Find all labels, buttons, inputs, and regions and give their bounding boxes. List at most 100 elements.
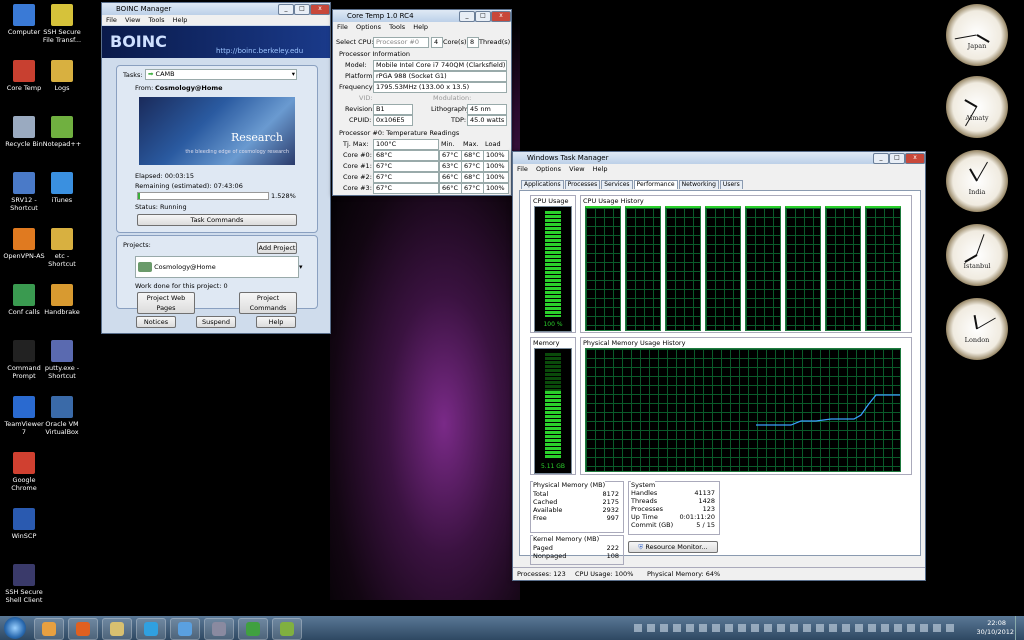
desktop-icon[interactable]: Handbrake [40, 284, 84, 316]
app-icon [13, 508, 35, 530]
system-label: System [631, 481, 656, 489]
system-rows: Handles 41137 Threads 1428 Processes 123 Up Ti… [631, 489, 715, 529]
world-clock[interactable]: Istanbul [946, 224, 1008, 286]
task-select[interactable]: ➡ CAMB ▾ [145, 69, 297, 80]
tab-performance[interactable]: Performance [633, 180, 678, 189]
add-project-button[interactable]: Add Project [257, 242, 297, 254]
menu-options[interactable]: Options [356, 23, 381, 31]
taskmgr-titlebar[interactable]: Windows Task Manager _ □ x [513, 152, 925, 164]
show-desktop-button[interactable] [1015, 616, 1024, 640]
resource-monitor-button[interactable]: ⛨ Resource Monitor... [628, 541, 718, 553]
minimize-button[interactable]: _ [459, 11, 475, 22]
max-header: Max. [463, 140, 479, 148]
firefox-icon[interactable] [68, 618, 98, 640]
menu-file[interactable]: File [106, 16, 117, 24]
menu-help[interactable]: Help [173, 16, 188, 24]
status-memory: Physical Memory: 64% [647, 570, 721, 578]
menu-file[interactable]: File [337, 23, 348, 31]
maximize-button[interactable]: □ [889, 153, 905, 164]
chevron-down-icon[interactable]: ▾ [292, 70, 295, 79]
tab-processes[interactable]: Processes [564, 180, 601, 189]
minimize-button[interactable]: _ [873, 153, 889, 164]
tab-services[interactable]: Services [601, 180, 633, 189]
itunes-icon[interactable] [170, 618, 200, 640]
suspend-button[interactable]: Suspend [196, 316, 236, 328]
terminal-icon[interactable] [238, 618, 268, 640]
desktop-icon[interactable]: SSH Secure Shell Client [2, 564, 46, 604]
tab-networking[interactable]: Networking [678, 180, 719, 189]
minimize-button[interactable]: _ [278, 4, 294, 15]
cpu-usage-box: CPU Usage 100 % [530, 195, 576, 333]
project-select[interactable]: Cosmology@Home [135, 256, 299, 278]
project-commands-button[interactable]: Project Commands [239, 292, 297, 314]
desktop-icon[interactable]: putty.exe - Shortcut [40, 340, 84, 380]
task-commands-button[interactable]: Task Commands [137, 214, 297, 226]
clock-city-label: Almaty [965, 114, 989, 122]
boinc-titlebar[interactable]: BOINC Manager _ □ x [102, 3, 330, 15]
project-chevron-icon[interactable]: ▾ [299, 263, 303, 271]
notices-button[interactable]: Notices [136, 316, 176, 328]
modulation-label: Modulation: [433, 94, 472, 102]
world-clock[interactable]: India [946, 150, 1008, 212]
start-button[interactable] [4, 617, 26, 639]
menu-help[interactable]: Help [593, 165, 608, 173]
desktop-icon-label: etc - Shortcut [48, 252, 76, 268]
menu-view[interactable]: View [569, 165, 584, 173]
stat-value: 997 [606, 514, 619, 522]
menu-tools[interactable]: Tools [148, 16, 164, 24]
coretemp-window: Core Temp 1.0 RC4 _ □ x File Options Too… [332, 9, 512, 196]
desktop-icon[interactable]: iTunes [40, 172, 84, 204]
tab-users[interactable]: Users [719, 180, 743, 189]
core-name: Core #2: [343, 173, 372, 181]
desktop-icon-label: Oracle VM VirtualBox [45, 420, 79, 436]
desktop-icon[interactable]: etc - Shortcut [40, 228, 84, 268]
menu-help[interactable]: Help [413, 23, 428, 31]
help-button[interactable]: Help [256, 316, 296, 328]
coretemp-menubar: File Options Tools Help [333, 22, 511, 32]
core-temp: 68°C [373, 150, 439, 161]
desktop-icon[interactable]: Logs [40, 60, 84, 92]
load-header: Load [485, 140, 501, 148]
desktop-icon[interactable]: WinSCP [2, 508, 46, 540]
tray-date[interactable]: 30/10/2012 [977, 628, 1014, 636]
select-cpu-value: Processor #0 [376, 38, 419, 46]
boinc-icon[interactable] [204, 618, 234, 640]
core-temp: 67°C [373, 161, 439, 172]
tray-time[interactable]: 22:08 [987, 619, 1006, 627]
memory-label: Memory [533, 339, 560, 347]
cores-label: Core(s) [443, 38, 467, 46]
clock-city-label: London [964, 336, 990, 344]
boinc-logo: BOINC [110, 32, 167, 51]
app-icon [51, 340, 73, 362]
desktop-icon[interactable]: SSH Secure File Transf... [40, 4, 84, 44]
coretemp-titlebar[interactable]: Core Temp 1.0 RC4 _ □ x [333, 10, 511, 22]
menu-options[interactable]: Options [536, 165, 561, 173]
project-web-pages-button[interactable]: Project Web Pages [137, 292, 195, 314]
tray-icons[interactable] [634, 624, 954, 632]
maximize-button[interactable]: □ [294, 4, 310, 15]
select-cpu-dropdown[interactable]: Processor #0 [373, 37, 429, 48]
menu-tools[interactable]: Tools [389, 23, 405, 31]
core-max: 67°C [461, 161, 485, 172]
world-clock[interactable]: Almaty [946, 76, 1008, 138]
project-banner: Research the bleeding edge of cosmology … [139, 97, 295, 165]
core-row: Core #2: 67°C 66°C 68°C 100% [339, 172, 509, 183]
maximize-button[interactable]: □ [475, 11, 491, 22]
stat-row: Processes 123 [631, 505, 715, 513]
world-clock[interactable]: London [946, 298, 1008, 360]
outlook-icon[interactable] [34, 618, 64, 640]
desktop-icon[interactable]: Oracle VM VirtualBox [40, 396, 84, 436]
notepadpp-icon[interactable] [272, 618, 302, 640]
tab-applications[interactable]: Applications [521, 180, 564, 189]
explorer-icon[interactable] [102, 618, 132, 640]
close-button[interactable]: x [905, 153, 925, 164]
skype-icon[interactable] [136, 618, 166, 640]
menu-file[interactable]: File [517, 165, 528, 173]
desktop-icon[interactable]: Notepad++ [40, 116, 84, 148]
world-clock[interactable]: Japan [946, 4, 1008, 66]
close-button[interactable]: x [491, 11, 511, 22]
menu-view[interactable]: View [125, 16, 140, 24]
close-button[interactable]: x [310, 4, 330, 15]
desktop-icon[interactable]: Google Chrome [2, 452, 46, 492]
boinc-url[interactable]: http://boinc.berkeley.edu [216, 47, 303, 55]
